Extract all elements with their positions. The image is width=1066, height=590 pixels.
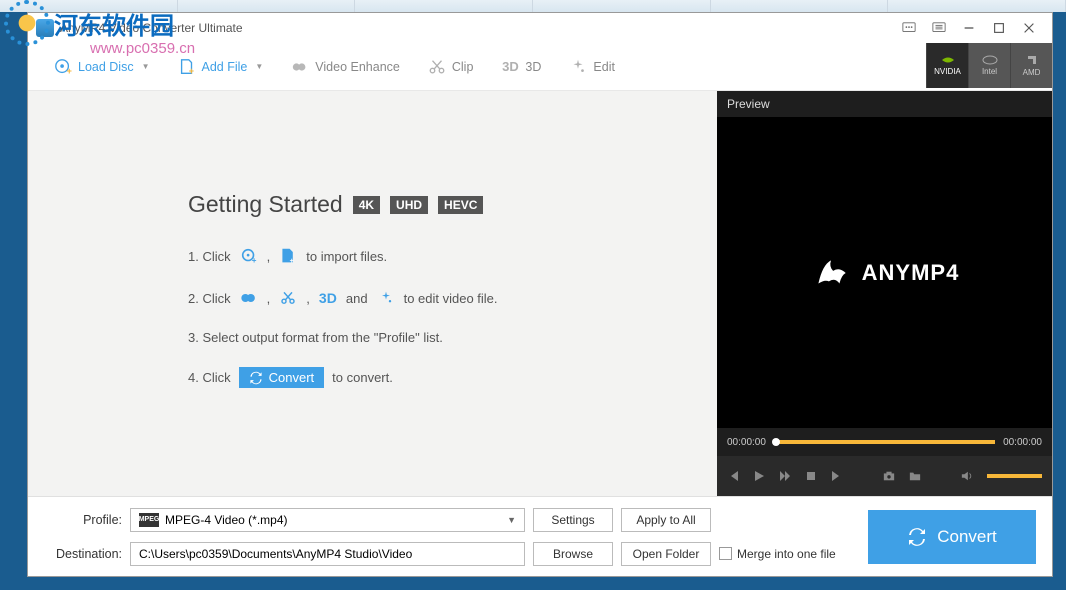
file-add-icon: + [178, 58, 196, 76]
palette-icon [239, 288, 259, 308]
anymp4-logo-icon [810, 252, 852, 294]
next-button[interactable] [831, 470, 843, 482]
step-4: 4. Click Convert to convert. [188, 367, 667, 388]
add-file-label: Add File [202, 60, 248, 74]
disc-icon: + [54, 58, 72, 76]
feedback-icon[interactable] [894, 18, 924, 38]
fast-forward-button[interactable] [779, 470, 791, 482]
svg-text:+: + [251, 256, 256, 265]
app-icon [36, 19, 54, 37]
add-file-button[interactable]: + Add File ▼ [164, 43, 278, 91]
gpu-amd[interactable]: AMD [1010, 43, 1052, 88]
player-controls [717, 456, 1052, 496]
apply-all-button[interactable]: Apply to All [621, 508, 711, 532]
folder-button[interactable] [909, 470, 921, 482]
3d-button[interactable]: 3D 3D [487, 43, 555, 91]
volume-button[interactable] [961, 470, 973, 482]
video-enhance-label: Video Enhance [315, 60, 400, 74]
video-enhance-button[interactable]: Video Enhance [277, 43, 414, 91]
tag-hevc: HEVC [438, 196, 483, 214]
time-total: 00:00:00 [1003, 437, 1042, 448]
tag-uhd: UHD [390, 196, 428, 214]
play-button[interactable] [753, 470, 765, 482]
titlebar: AnyMP4 Video Converter Ultimate [28, 13, 1052, 43]
desktop-strip [0, 0, 1066, 12]
chevron-down-icon: ▼ [142, 62, 150, 71]
destination-label: Destination: [44, 547, 122, 561]
convert-mini-button: Convert [239, 367, 325, 388]
file-add-icon: + [278, 246, 298, 266]
enhance-icon [291, 58, 309, 76]
chevron-down-icon: ▼ [255, 62, 263, 71]
snapshot-button[interactable] [883, 470, 895, 482]
prev-button[interactable] [727, 470, 739, 482]
volume-slider[interactable] [987, 474, 1042, 478]
sparkle-icon [376, 288, 396, 308]
chevron-down-icon: ▼ [507, 515, 516, 525]
mp4-icon: MPEG [139, 513, 159, 527]
disc-add-icon: + [239, 246, 259, 266]
preview-label: Preview [717, 91, 1052, 117]
sparkle-icon [569, 58, 587, 76]
gpu-nvidia[interactable]: NVIDIA [926, 43, 968, 88]
clip-button[interactable]: Clip [414, 43, 488, 91]
step-1: 1. Click + , + to import files. [188, 246, 667, 266]
seek-row: 00:00:00 00:00:00 [717, 428, 1052, 456]
tag-4k: 4K [353, 196, 380, 214]
main-panel: Getting Started 4K UHD HEVC 1. Click + ,… [28, 91, 717, 496]
3d-label: 3D [525, 60, 541, 74]
anymp4-logo-text: ANYMP4 [862, 260, 960, 286]
step-2: 2. Click , , 3D and to edit video file. [188, 288, 667, 308]
3d-icon: 3D [501, 58, 519, 76]
clip-label: Clip [452, 60, 474, 74]
toolbar: + Load Disc ▼ + Add File ▼ Video Enhance… [28, 43, 1052, 91]
profile-label: Profile: [44, 513, 122, 527]
svg-text:+: + [290, 256, 294, 265]
maximize-button[interactable] [984, 18, 1014, 38]
convert-button[interactable]: Convert [868, 510, 1036, 564]
scissors-icon [278, 288, 298, 308]
preview-viewport: ANYMP4 [717, 117, 1052, 428]
profile-dropdown[interactable]: MPEGMPEG-4 Video (*.mp4) ▼ [130, 508, 525, 532]
svg-text:+: + [188, 66, 193, 76]
checkbox-icon [719, 547, 732, 560]
settings-button[interactable]: Settings [533, 508, 613, 532]
step-3: 3. Select output format from the "Profil… [188, 330, 667, 345]
scissors-icon [428, 58, 446, 76]
browse-button[interactable]: Browse [533, 542, 613, 566]
close-button[interactable] [1014, 18, 1044, 38]
gpu-intel[interactable]: Intel [968, 43, 1010, 88]
destination-input[interactable]: C:\Users\pc0359\Documents\AnyMP4 Studio\… [130, 542, 525, 566]
footer: Profile: MPEGMPEG-4 Video (*.mp4) ▼ Sett… [28, 496, 1052, 576]
stop-button[interactable] [805, 470, 817, 482]
time-current: 00:00:00 [727, 437, 766, 448]
menu-icon[interactable] [924, 18, 954, 38]
merge-checkbox[interactable]: Merge into one file [719, 547, 836, 561]
load-disc-label: Load Disc [78, 60, 134, 74]
seek-bar[interactable] [774, 440, 995, 444]
app-title: AnyMP4 Video Converter Ultimate [60, 21, 243, 35]
edit-button[interactable]: Edit [555, 43, 629, 91]
minimize-button[interactable] [954, 18, 984, 38]
load-disc-button[interactable]: + Load Disc ▼ [40, 43, 164, 91]
preview-panel: Preview ANYMP4 00:00:00 00:00:00 [717, 91, 1052, 496]
open-folder-button[interactable]: Open Folder [621, 542, 711, 566]
svg-text:+: + [67, 66, 72, 76]
getting-started-title: Getting Started [188, 191, 343, 218]
3d-icon: 3D [318, 288, 338, 308]
app-window: AnyMP4 Video Converter Ultimate + Load D… [27, 12, 1053, 577]
edit-label: Edit [593, 60, 615, 74]
gpu-badges: NVIDIA Intel AMD [926, 43, 1052, 88]
